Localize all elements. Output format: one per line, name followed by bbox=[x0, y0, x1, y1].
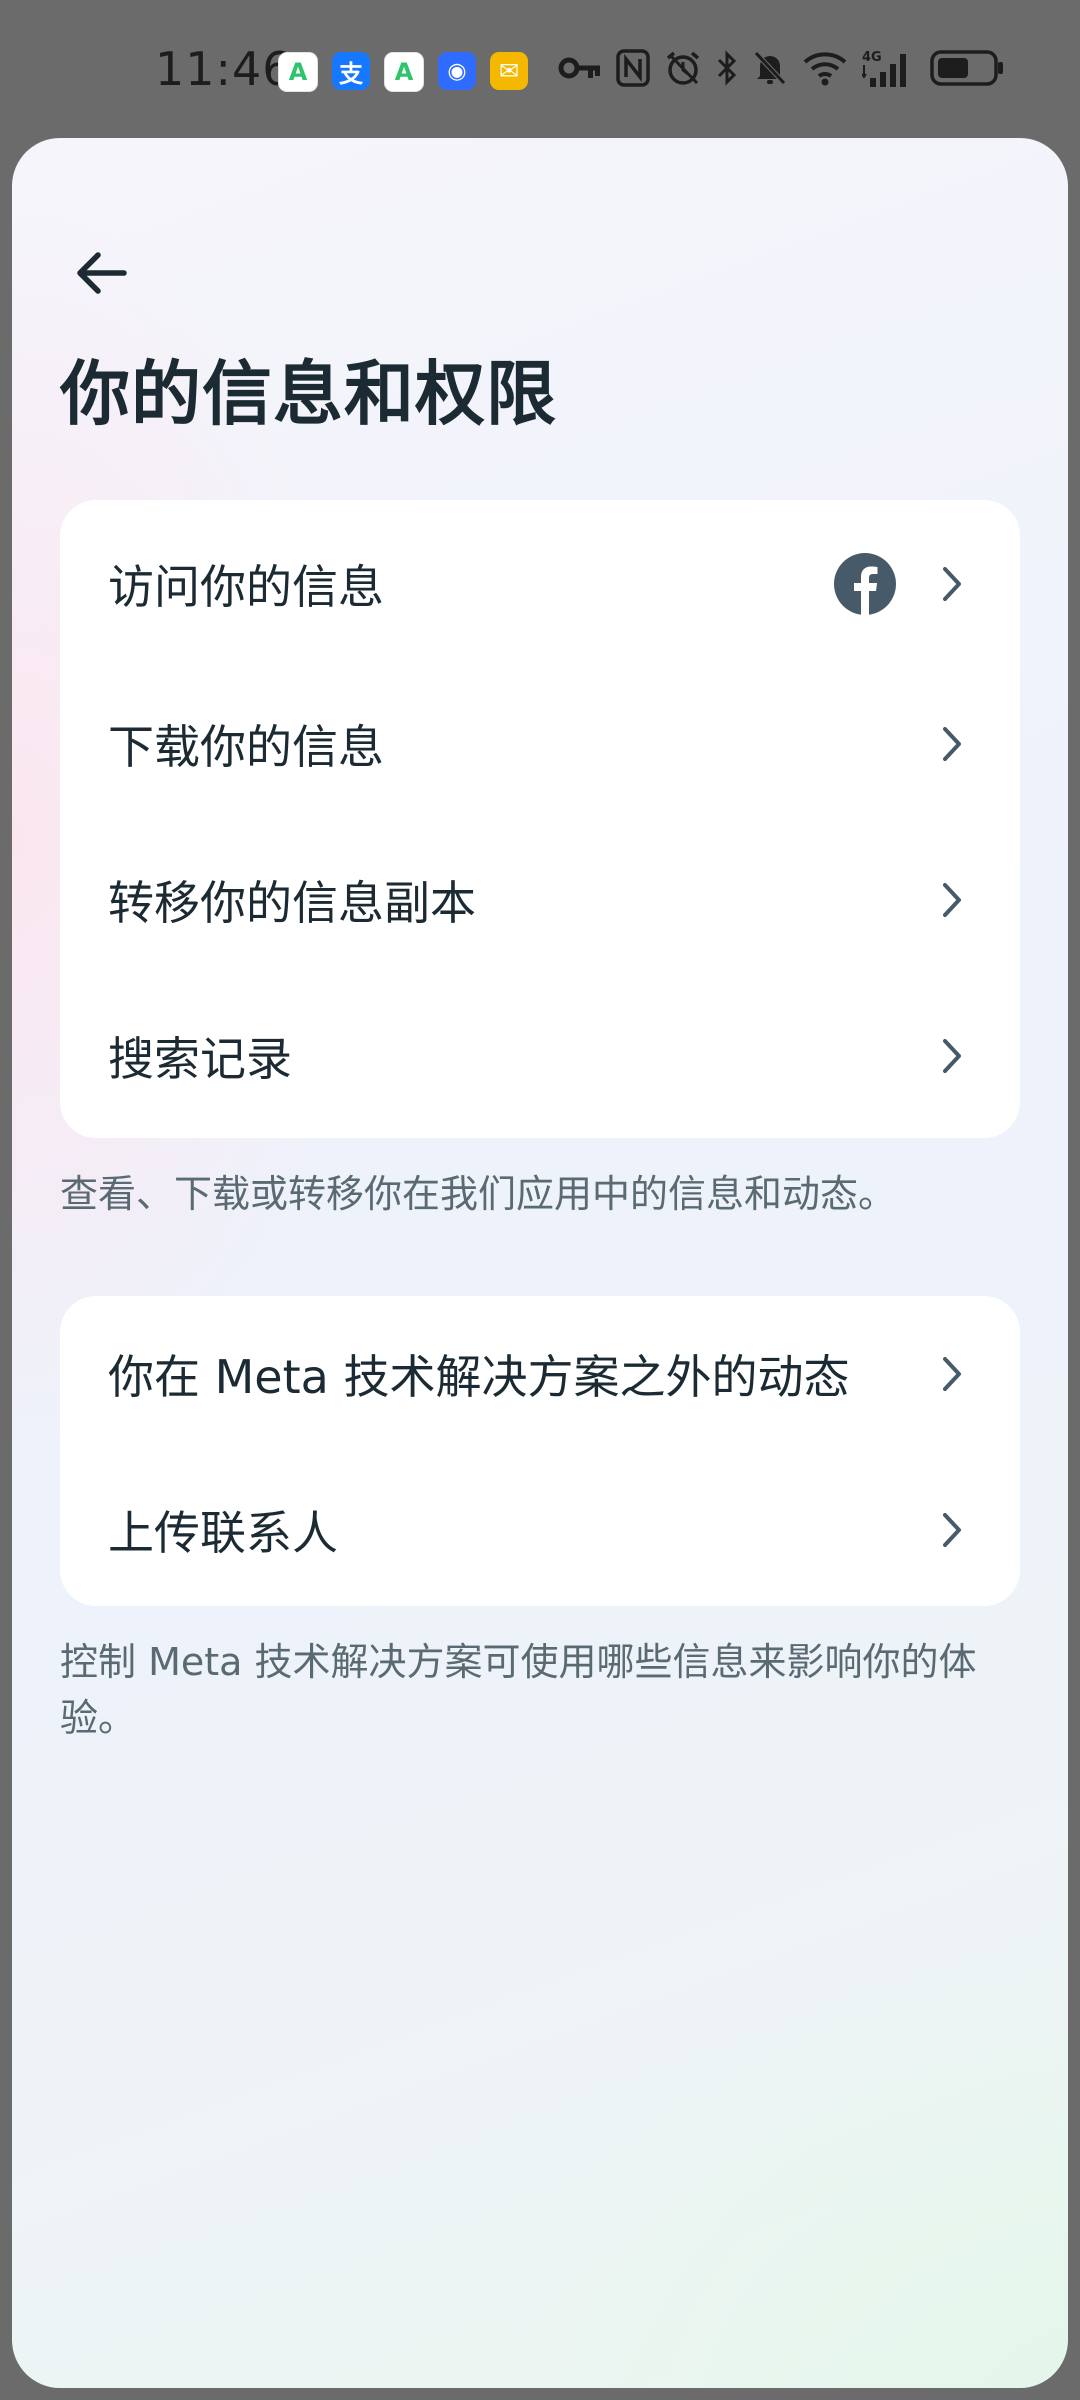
facebook-icon bbox=[834, 553, 896, 615]
app-store-icon: A bbox=[278, 52, 318, 92]
section-2-description: 控制 Meta 技术解决方案可使用哪些信息来影响你的体验。 bbox=[60, 1640, 977, 1740]
mail-icon: ✉ bbox=[490, 52, 528, 90]
back-arrow-icon bbox=[77, 252, 127, 294]
bluetooth-icon bbox=[717, 50, 737, 86]
row-label: 访问你的信息 bbox=[108, 560, 384, 614]
upload-contacts-item[interactable]: 上传联系人 bbox=[60, 1452, 1020, 1608]
activity-options-card: 你在 Meta 技术解决方案之外的动态 上传联系人 bbox=[60, 1296, 1020, 1606]
search-history-item[interactable]: 搜索记录 bbox=[60, 978, 1020, 1134]
section-1-description: 查看、下载或转移你在我们应用中的信息和动态。 bbox=[60, 1172, 897, 1216]
nfc-icon bbox=[616, 49, 650, 87]
row-label: 下载你的信息 bbox=[108, 720, 384, 774]
alipay-icon: 支 bbox=[332, 52, 370, 90]
network-type-label: 4G bbox=[862, 50, 882, 65]
cellular-signal-icon: 4G bbox=[862, 50, 906, 87]
chevron-right-icon bbox=[943, 883, 961, 917]
status-time: 11:46 bbox=[155, 42, 293, 96]
system-icons: 4G bbox=[558, 48, 1004, 88]
chevron-right-icon bbox=[943, 727, 961, 761]
chevron-right-icon bbox=[943, 1357, 961, 1391]
chevron-right-icon bbox=[943, 1513, 961, 1547]
mute-icon bbox=[754, 51, 786, 85]
page-title: 你的信息和权限 bbox=[60, 353, 557, 435]
transfer-information-copy-item[interactable]: 转移你的信息副本 bbox=[60, 822, 1020, 978]
row-label: 转移你的信息副本 bbox=[108, 876, 476, 930]
notification-icons: A 支 A ◉ ✉ bbox=[278, 52, 528, 92]
information-options-card: 访问你的信息 下载你的信息 转移你的信息副本 搜索记录 bbox=[60, 500, 1020, 1138]
download-your-information-item[interactable]: 下载你的信息 bbox=[60, 666, 1020, 822]
row-label: 搜索记录 bbox=[108, 1032, 292, 1086]
off-meta-activity-item[interactable]: 你在 Meta 技术解决方案之外的动态 bbox=[60, 1296, 1020, 1452]
chevron-right-icon bbox=[943, 1039, 961, 1073]
battery-icon bbox=[930, 50, 1003, 86]
status-bar: 11:46 A 支 A ◉ ✉ 4G bbox=[0, 0, 1080, 140]
row-label: 上传联系人 bbox=[108, 1506, 338, 1560]
shield-app-icon: ◉ bbox=[438, 52, 476, 90]
alarm-off-icon bbox=[666, 51, 700, 85]
key-icon bbox=[558, 57, 600, 79]
wifi-icon bbox=[803, 52, 847, 86]
app-store-icon: A bbox=[384, 52, 424, 92]
chevron-right-icon bbox=[943, 567, 961, 601]
access-your-information-item[interactable]: 访问你的信息 bbox=[60, 506, 1020, 662]
settings-sheet: 你的信息和权限 访问你的信息 下载你的信息 转移你的信息副本 搜索记录 查看、下… bbox=[12, 138, 1068, 2388]
row-label: 你在 Meta 技术解决方案之外的动态 bbox=[108, 1350, 850, 1404]
back-button[interactable] bbox=[56, 228, 146, 318]
